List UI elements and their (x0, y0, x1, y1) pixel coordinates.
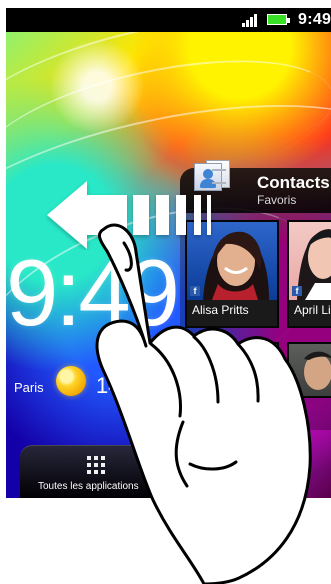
facebook-icon: f (190, 286, 200, 296)
contacts-widget-title: Contacts (257, 173, 330, 192)
swipe-left-arrow-icon (47, 181, 211, 249)
weather-city: Paris (14, 380, 44, 395)
all-apps-label: Toutes les applications (38, 481, 139, 492)
sun-icon (56, 366, 86, 396)
contact-name: April Li (294, 303, 331, 317)
contact-tile-april-li[interactable]: f April Li (287, 220, 331, 328)
home-clock: 9:49 (6, 240, 180, 345)
contact-portrait-image (304, 351, 331, 390)
contact-name: Alisa Pritts (192, 303, 249, 317)
contact-portrait-image (213, 352, 262, 396)
contacts-widget-subtitle: Favoris (257, 193, 297, 207)
signal-strength-icon (242, 13, 262, 27)
status-bar: 9:49 (6, 8, 331, 32)
contact-photo (187, 344, 277, 396)
facebook-icon: f (292, 286, 302, 296)
contact-photo (289, 344, 331, 396)
weather-temperature: 14 (96, 373, 121, 398)
status-time: 9:49 (298, 11, 331, 28)
all-apps-grid-icon (87, 456, 105, 474)
tutorial-illustration: 9:49 9:49 Paris 14 Contacts Favoris f Al… (0, 0, 331, 584)
battery-icon (267, 14, 290, 25)
contact-tile-4[interactable] (287, 342, 331, 398)
contact-tile-3[interactable] (185, 342, 279, 398)
